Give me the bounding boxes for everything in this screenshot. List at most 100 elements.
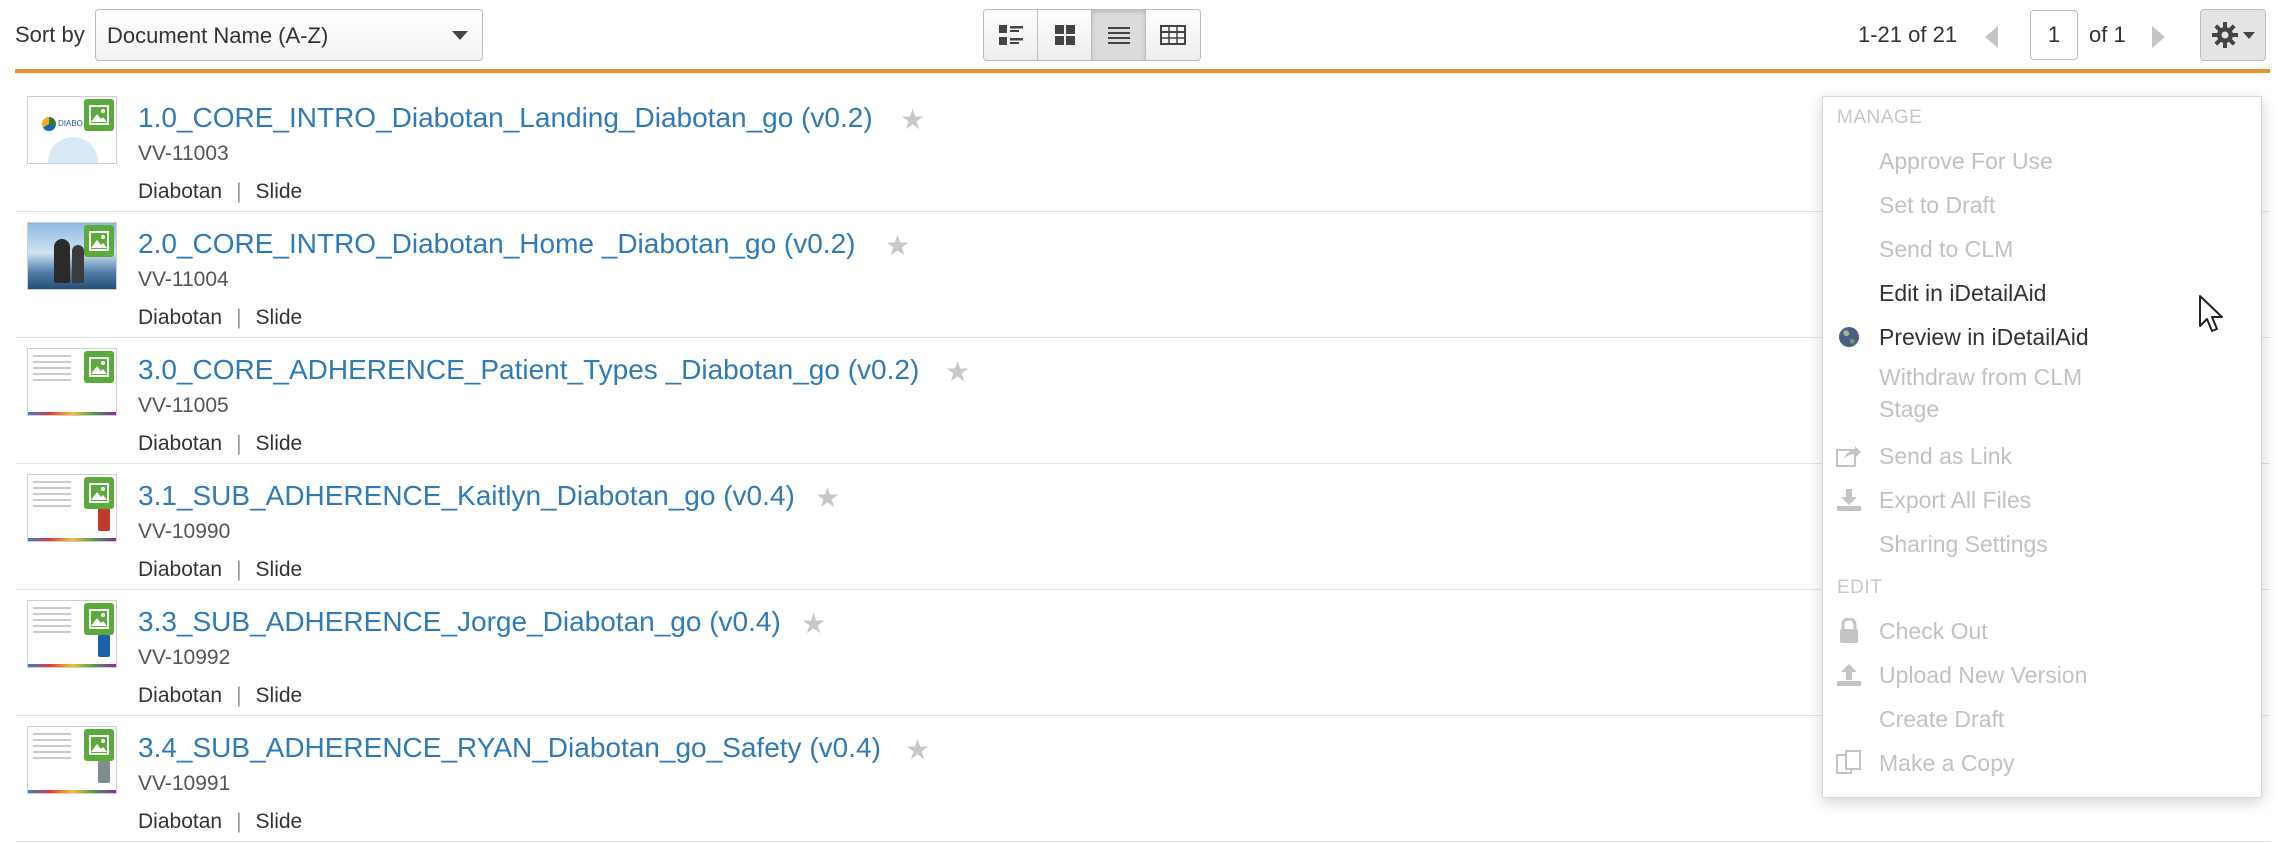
- image-badge-icon: [84, 603, 114, 635]
- document-product: Diabotan: [138, 180, 223, 203]
- copy-icon: [1835, 749, 1863, 777]
- favorite-star-icon[interactable]: ★: [945, 355, 970, 388]
- document-id: VV-10990: [138, 520, 231, 543]
- document-thumbnail[interactable]: DIABO: [27, 96, 117, 164]
- menu-item-send-as-link[interactable]: Send as Link: [1879, 443, 2012, 470]
- chevron-down-icon: [2243, 31, 2255, 39]
- favorite-star-icon[interactable]: ★: [885, 229, 910, 262]
- detail-list-view-button[interactable]: [984, 10, 1038, 60]
- image-badge-icon: [84, 477, 114, 509]
- document-title-link[interactable]: 3.1_SUB_ADHERENCE_Kaitlyn_Diabotan_go (v…: [138, 480, 795, 512]
- menu-item-preview-in-idetailaid[interactable]: Preview in iDetailAid: [1879, 324, 2089, 351]
- document-id: VV-10992: [138, 646, 231, 669]
- document-thumbnail[interactable]: [27, 726, 117, 794]
- compact-list-view-button[interactable]: [1092, 10, 1146, 60]
- document-product: Diabotan: [138, 684, 223, 707]
- meta-separator: |: [236, 684, 242, 707]
- menu-item-create-draft[interactable]: Create Draft: [1879, 706, 2004, 733]
- meta-separator: |: [236, 306, 242, 329]
- document-id: VV-11004: [138, 268, 229, 291]
- menu-section-manage: MANAGE: [1837, 107, 1923, 128]
- document-thumbnail[interactable]: [27, 222, 117, 290]
- document-product: Diabotan: [138, 558, 223, 581]
- meta-separator: |: [236, 558, 242, 581]
- image-badge-icon: [84, 99, 114, 131]
- document-thumbnail[interactable]: [27, 474, 117, 542]
- document-title-link[interactable]: 3.0_CORE_ADHERENCE_Patient_Types _Diabot…: [138, 354, 919, 386]
- document-title-link[interactable]: 1.0_CORE_INTRO_Diabotan_Landing_Diabotan…: [138, 102, 873, 134]
- previous-page-icon[interactable]: [1985, 26, 1998, 48]
- gear-icon: [2212, 22, 2238, 48]
- grid-view-icon: [1054, 25, 1075, 45]
- document-id: VV-11005: [138, 394, 229, 417]
- pager-range: 1-21 of 21: [1858, 22, 1958, 47]
- document-type: Slide: [255, 306, 303, 329]
- page-number-input[interactable]: [2030, 10, 2078, 60]
- grid-view-button[interactable]: [1038, 10, 1092, 60]
- document-thumbnail[interactable]: [27, 600, 117, 668]
- document-meta: Diabotan | Slide: [138, 810, 302, 834]
- meta-separator: |: [236, 180, 242, 203]
- document-product: Diabotan: [138, 432, 223, 455]
- document-meta: Diabotan | Slide: [138, 558, 302, 582]
- document-id: VV-11003: [138, 142, 229, 165]
- document-product: Diabotan: [138, 306, 223, 329]
- view-toggle-group: [983, 9, 1201, 61]
- table-view-icon: [1160, 25, 1186, 45]
- toolbar: Sort by Document Name (A-Z) 1-21 of 21 1…: [0, 0, 2278, 72]
- menu-item-check-out[interactable]: Check Out: [1879, 618, 1988, 645]
- meta-separator: |: [236, 432, 242, 455]
- lock-icon: [1835, 617, 1863, 645]
- favorite-star-icon[interactable]: ★: [900, 103, 925, 136]
- toolbar-divider: [15, 69, 2270, 73]
- menu-section-edit: EDIT: [1837, 577, 1883, 598]
- menu-item-export-all-files[interactable]: Export All Files: [1879, 487, 2031, 514]
- document-meta: Diabotan | Slide: [138, 180, 302, 204]
- image-badge-icon: [84, 225, 114, 257]
- globe-icon: [1835, 323, 1863, 351]
- document-type: Slide: [255, 180, 303, 203]
- document-thumbnail[interactable]: [27, 348, 117, 416]
- table-view-button[interactable]: [1146, 10, 1200, 60]
- image-badge-icon: [84, 351, 114, 383]
- upload-icon: [1835, 661, 1863, 689]
- sort-label: Sort by: [15, 22, 85, 47]
- favorite-star-icon[interactable]: ★: [905, 733, 930, 766]
- menu-item-send-to-clm[interactable]: Send to CLM: [1879, 236, 2013, 263]
- document-title-link[interactable]: 3.4_SUB_ADHERENCE_RYAN_Diabotan_go_Safet…: [138, 732, 881, 764]
- meta-separator: |: [236, 810, 242, 833]
- menu-item-edit-in-idetailaid[interactable]: Edit in iDetailAid: [1879, 280, 2046, 307]
- detail-list-view-icon: [998, 25, 1023, 45]
- document-type: Slide: [255, 432, 303, 455]
- sort-select-value: Document Name (A-Z): [107, 23, 329, 48]
- menu-item-approve-for-use[interactable]: Approve For Use: [1879, 148, 2053, 175]
- menu-item-make-a-copy[interactable]: Make a Copy: [1879, 750, 2015, 777]
- chevron-down-icon: [452, 31, 468, 40]
- settings-menu-button[interactable]: [2200, 9, 2266, 61]
- menu-item-set-to-draft[interactable]: Set to Draft: [1879, 192, 1995, 219]
- document-meta: Diabotan | Slide: [138, 432, 302, 456]
- menu-item-upload-new-version[interactable]: Upload New Version: [1879, 662, 2087, 689]
- menu-item-sharing-settings[interactable]: Sharing Settings: [1879, 531, 2048, 558]
- sort-select[interactable]: Document Name (A-Z): [95, 9, 483, 61]
- mouse-cursor-icon: [2199, 295, 2223, 332]
- document-meta: Diabotan | Slide: [138, 684, 302, 708]
- image-badge-icon: [84, 729, 114, 761]
- document-type: Slide: [255, 684, 303, 707]
- menu-item-withdraw-from-clm-stage[interactable]: Withdraw from CLM Stage: [1879, 361, 2139, 425]
- next-page-icon[interactable]: [2152, 26, 2165, 48]
- pager-total: of 1: [2089, 22, 2126, 47]
- document-title-link[interactable]: 2.0_CORE_INTRO_Diabotan_Home _Diabotan_g…: [138, 228, 856, 260]
- document-type: Slide: [255, 810, 303, 833]
- favorite-star-icon[interactable]: ★: [815, 481, 840, 514]
- actions-dropdown-menu: MANAGE Approve For Use Set to Draft Send…: [1822, 96, 2262, 798]
- document-type: Slide: [255, 558, 303, 581]
- compact-list-view-icon: [1107, 27, 1130, 44]
- document-title-link[interactable]: 3.3_SUB_ADHERENCE_Jorge_Diabotan_go (v0.…: [138, 606, 781, 638]
- document-meta: Diabotan | Slide: [138, 306, 302, 330]
- download-icon: [1835, 486, 1863, 514]
- document-product: Diabotan: [138, 810, 223, 833]
- favorite-star-icon[interactable]: ★: [801, 607, 826, 640]
- share-link-icon: [1835, 442, 1863, 470]
- document-id: VV-10991: [138, 772, 231, 795]
